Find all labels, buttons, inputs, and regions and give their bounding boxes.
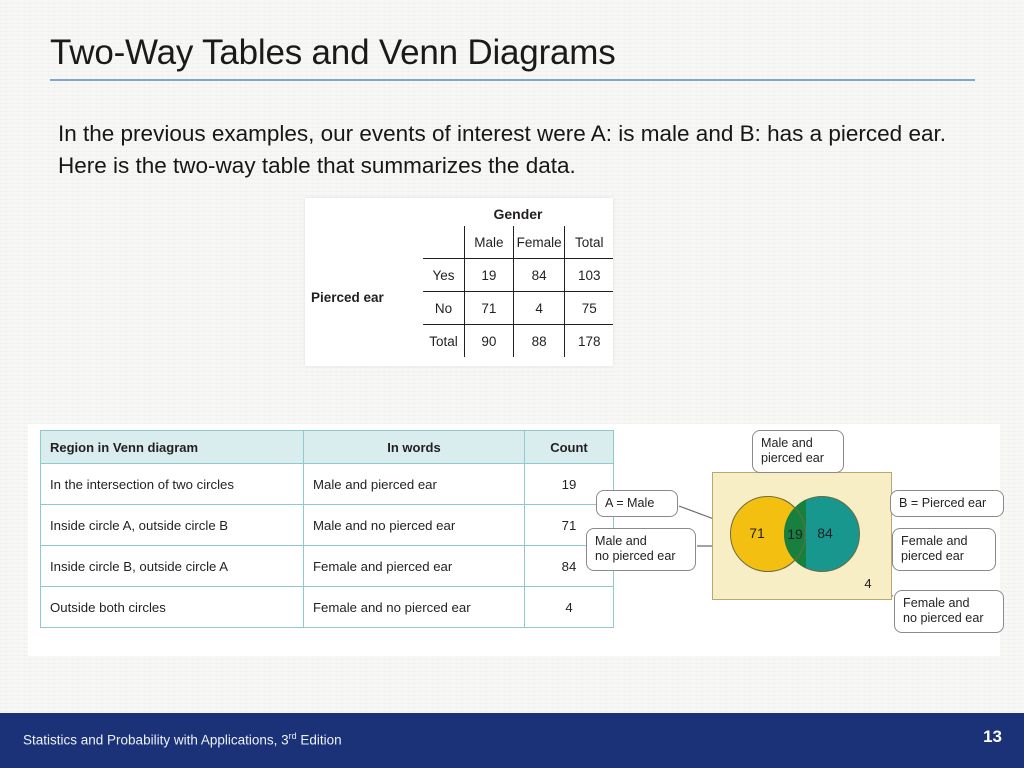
two-way-col-header-total: Total [564,226,613,259]
title-underline-rule [50,78,975,81]
two-way-cell-total-male: 90 [464,324,514,357]
two-way-col-header-male: Male [464,226,514,259]
venn-callout-a-equals-male: A = Male [596,490,678,518]
table-row: Inside circle A, outside circle B Male a… [40,504,614,546]
lower-figure-panel: Region in Venn diagram In words Count In… [28,424,1004,656]
two-way-corner-cell [423,226,465,259]
venn-callout-male-and-pierced-ear: Male and pierced ear [752,430,844,473]
region-table-header-row: Region in Venn diagram In words Count [40,430,614,464]
region-cell-region-3: Inside circle B, outside circle A [40,545,304,587]
table-row: Yes 19 84 103 [423,258,613,292]
venn-callout-b-equals-pierced-ear: B = Pierced ear [890,490,1004,518]
table-row: Inside circle B, outside circle A Female… [40,545,614,587]
venn-count-outside: 4 [864,576,872,591]
table-row: No 71 4 75 [423,291,613,325]
two-way-cell-yes-female: 84 [512,258,565,292]
two-way-table: Male Female Total Yes 19 84 103 No 71 4 … [423,226,613,357]
body-paragraph: In the previous examples, our events of … [58,121,946,178]
two-way-column-group-label: Gender [493,206,543,222]
venn-region-table: Region in Venn diagram In words Count In… [40,430,614,628]
two-way-cell-no-female: 4 [512,291,565,325]
region-cell-region-1: In the intersection of two circles [40,463,304,505]
page-title: Two-Way Tables and Venn Diagrams [50,33,616,72]
venn-callout-female-pierced-ear: Female and pierced ear [892,528,996,571]
footer-source-suffix: Edition [296,732,342,748]
two-way-row-group-label: Pierced ear [311,290,384,305]
two-way-header-row: Male Female Total [423,226,613,259]
region-cell-words-1: Male and pierced ear [303,463,525,505]
venn-callout-male-no-pierced-ear: Male and no pierced ear [586,528,696,571]
two-way-cell-no-total: 75 [564,291,613,325]
title-block: Two-Way Tables and Venn Diagrams [50,33,980,81]
two-way-cell-yes-male: 19 [464,258,514,292]
region-cell-region-2: Inside circle A, outside circle B [40,504,304,546]
two-way-col-header-female: Female [512,226,565,259]
two-way-cell-total-female: 88 [512,324,565,357]
table-row: In the intersection of two circles Male … [40,463,614,505]
region-cell-words-2: Male and no pierced ear [303,504,525,546]
footer-bar: Statistics and Probability with Applicat… [0,713,1024,768]
region-cell-words-3: Female and pierced ear [303,545,525,587]
venn-count-b-only: 84 [817,525,833,541]
two-way-cell-yes-total: 103 [564,258,613,292]
venn-callout-female-no-pierced-ear: Female and no pierced ear [894,590,1004,633]
footer-ordinal-suffix: rd [288,731,297,741]
two-way-table-figure: Gender Pierced ear Male Female Total Yes… [305,198,613,366]
footer-source-prefix: Statistics and Probability with Applicat… [23,732,289,748]
two-way-row-label-total: Total [423,324,465,357]
venn-count-intersection: 19 [787,526,803,542]
table-row: Total 90 88 178 [423,324,613,357]
region-table-header-words: In words [303,430,525,464]
venn-count-a-only: 71 [749,525,765,541]
venn-diagram-figure: 71 19 84 4 Male and pierced ear A = Male… [584,424,1004,656]
footer-page-number: 13 [983,727,1002,746]
two-way-row-label-yes: Yes [423,258,465,292]
region-cell-words-4: Female and no pierced ear [303,586,525,628]
two-way-cell-no-male: 71 [464,291,514,325]
region-table-header-region: Region in Venn diagram [40,430,304,464]
footer-source-text: Statistics and Probability with Applicat… [23,731,342,748]
two-way-row-label-no: No [423,291,465,325]
table-row: Outside both circles Female and no pierc… [40,586,614,628]
two-way-cell-total-total: 178 [564,324,613,357]
region-cell-region-4: Outside both circles [40,586,304,628]
